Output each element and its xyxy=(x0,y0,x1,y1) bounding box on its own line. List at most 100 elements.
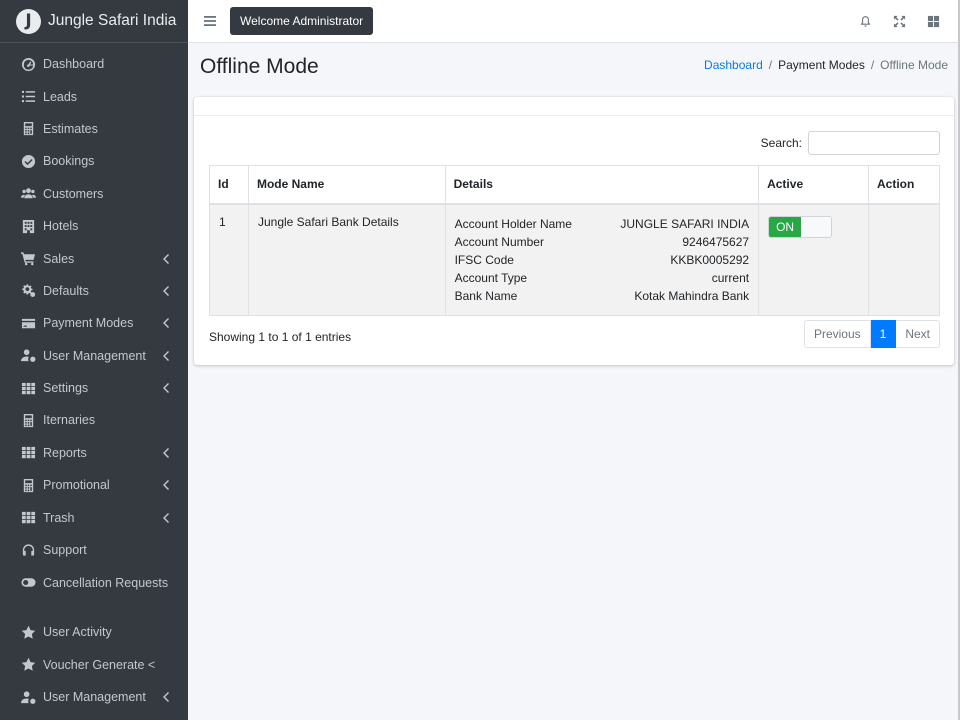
breadcrumb-current: Offline Mode xyxy=(880,58,948,72)
breadcrumb-home-link[interactable]: Dashboard xyxy=(704,58,763,72)
chevron-left-icon xyxy=(162,383,170,394)
sidebar-item-sales[interactable]: Sales xyxy=(0,242,188,274)
detail-label: Account Number xyxy=(454,234,544,249)
cell-active: ON xyxy=(758,203,870,316)
detail-label: Bank Name xyxy=(454,288,518,303)
card-header xyxy=(194,97,954,116)
search-row: Search: xyxy=(761,131,940,155)
cell-details: Account Holder Name JUNGLE SAFARI INDIA … xyxy=(444,203,760,316)
chevron-left-icon xyxy=(162,480,170,491)
sidebar-item-label: Settings xyxy=(43,381,89,396)
sidebar-item-label: Estimates xyxy=(43,121,98,136)
sidebar-item-label: User Activity xyxy=(43,625,112,640)
detail-value: KKBK0005292 xyxy=(670,252,750,267)
column-header-mode-name[interactable]: Mode Name xyxy=(247,165,446,205)
table-info: Showing 1 to 1 of 1 entries xyxy=(209,330,352,344)
sidebar-item-defaults[interactable]: Defaults xyxy=(0,275,188,307)
detail-label: Account Type xyxy=(454,270,528,285)
column-header-details[interactable]: Details xyxy=(444,165,760,205)
column-header-active[interactable]: Active xyxy=(758,165,870,205)
pagination-previous[interactable]: Previous xyxy=(803,320,871,348)
breadcrumb: Dashboard / Payment Modes / Offline Mode xyxy=(704,58,948,72)
pagination-page-current[interactable]: 1 xyxy=(870,320,897,348)
pagination: Previous 1 Next xyxy=(803,320,940,348)
apps-icon[interactable] xyxy=(916,4,950,38)
sidebar-item-user-management[interactable]: User Management xyxy=(0,340,188,372)
chevron-left-icon xyxy=(162,692,170,703)
check-circle-icon xyxy=(20,153,36,169)
navbar-right xyxy=(848,4,950,38)
sidebar-item-support[interactable]: Support xyxy=(0,534,188,566)
sidebar-item-label: Leads xyxy=(43,89,78,104)
sidebar-item-voucher-generate[interactable]: Voucher Generate < xyxy=(0,649,188,681)
sidebar-item-leads[interactable]: Leads xyxy=(0,80,188,112)
toggle-on-label: ON xyxy=(769,216,802,237)
breadcrumb-parent-link[interactable]: Payment Modes xyxy=(778,58,865,72)
bell-icon[interactable] xyxy=(848,4,882,38)
calculator-icon xyxy=(20,121,36,137)
sidebar-item-label: Customers xyxy=(43,186,104,201)
welcome-badge: Welcome Administrator xyxy=(230,7,374,35)
detail-row: Account Holder Name JUNGLE SAFARI INDIA xyxy=(455,215,750,233)
detail-label: IFSC Code xyxy=(454,252,514,267)
sidebar-item-bookings[interactable]: Bookings xyxy=(0,145,188,177)
sidebar-item-trash[interactable]: Trash xyxy=(0,501,188,533)
chevron-left-icon xyxy=(162,350,170,361)
data-table: Id Mode Name Details Active Action 1 Jun… xyxy=(209,165,940,316)
sidebar-item-promotional[interactable]: Promotional xyxy=(0,469,188,501)
sidebar: J Jungle Safari India Dashboard Leads Esti… xyxy=(0,0,188,720)
sidebar-item-estimates[interactable]: Estimates xyxy=(0,113,188,145)
detail-value: Kotak Mahindra Bank xyxy=(634,288,750,303)
active-toggle[interactable]: ON xyxy=(768,215,833,238)
sidebar-item-user-activity[interactable]: User Activity xyxy=(0,616,188,648)
chevron-left-icon xyxy=(162,318,170,329)
star-icon xyxy=(20,624,36,640)
sidebar-item-iternaries[interactable]: Iternaries xyxy=(0,404,188,436)
sidebar-item-label: Promotional xyxy=(43,478,110,493)
sidebar-item-customers[interactable]: Customers xyxy=(0,178,188,210)
data-card: Search: Id Mode Name Details Active Acti… xyxy=(194,97,954,365)
menu-toggle-icon[interactable] xyxy=(204,14,218,28)
table-header-row: Id Mode Name Details Active Action xyxy=(209,165,940,205)
column-header-id[interactable]: Id xyxy=(209,165,249,205)
cell-mode-name: Jungle Safari Bank Details xyxy=(247,203,446,316)
detail-row: Bank Name Kotak Mahindra Bank xyxy=(455,287,750,305)
sidebar-item-dashboard[interactable]: Dashboard xyxy=(0,48,188,80)
content-header: Offline Mode Dashboard / Payment Modes /… xyxy=(188,43,960,95)
sidebar-item-label: Support xyxy=(43,543,87,558)
breadcrumb-separator: / xyxy=(870,58,875,72)
grid-icon xyxy=(20,380,36,396)
sidebar-item-label: User Management xyxy=(43,690,146,705)
sidebar-item-hotels[interactable]: Hotels xyxy=(0,210,188,242)
users-icon xyxy=(20,186,36,202)
search-label: Search: xyxy=(760,136,802,150)
headset-icon xyxy=(20,542,36,558)
detail-row: IFSC Code KKBK0005292 xyxy=(455,251,750,269)
star-icon xyxy=(20,657,36,673)
sidebar-item-settings[interactable]: Settings xyxy=(0,372,188,404)
user-gear-icon xyxy=(20,689,36,705)
chevron-left-icon xyxy=(162,253,170,264)
brand-logo: J xyxy=(16,8,41,34)
column-header-action[interactable]: Action xyxy=(868,165,940,205)
search-input[interactable] xyxy=(808,131,940,155)
sidebar-item-reports[interactable]: Reports xyxy=(0,437,188,469)
expand-icon[interactable] xyxy=(882,4,916,38)
breadcrumb-separator: / xyxy=(768,58,773,72)
calculator-icon xyxy=(20,477,36,493)
page-title: Offline Mode xyxy=(200,55,319,78)
pagination-next[interactable]: Next xyxy=(896,320,940,348)
cart-icon xyxy=(20,251,36,267)
cogs-icon xyxy=(20,283,36,299)
sidebar-item-label: Trash xyxy=(43,510,75,525)
cell-action xyxy=(868,203,940,316)
sidebar-item-user-management[interactable]: User Management xyxy=(0,681,188,713)
sidebar-item-cancellation-requests[interactable]: Cancellation Requests xyxy=(0,566,188,616)
detail-row: Account Number 9246475627 xyxy=(455,233,750,251)
sidebar-item-payment-modes[interactable]: Payment Modes xyxy=(0,307,188,339)
detail-value: JUNGLE SAFARI INDIA xyxy=(620,216,750,231)
sidebar-item-label: Cancellation Requests xyxy=(43,575,169,590)
top-navbar: Welcome Administrator xyxy=(188,0,960,43)
calculator-icon xyxy=(20,412,36,428)
brand[interactable]: J Jungle Safari India xyxy=(0,0,188,43)
